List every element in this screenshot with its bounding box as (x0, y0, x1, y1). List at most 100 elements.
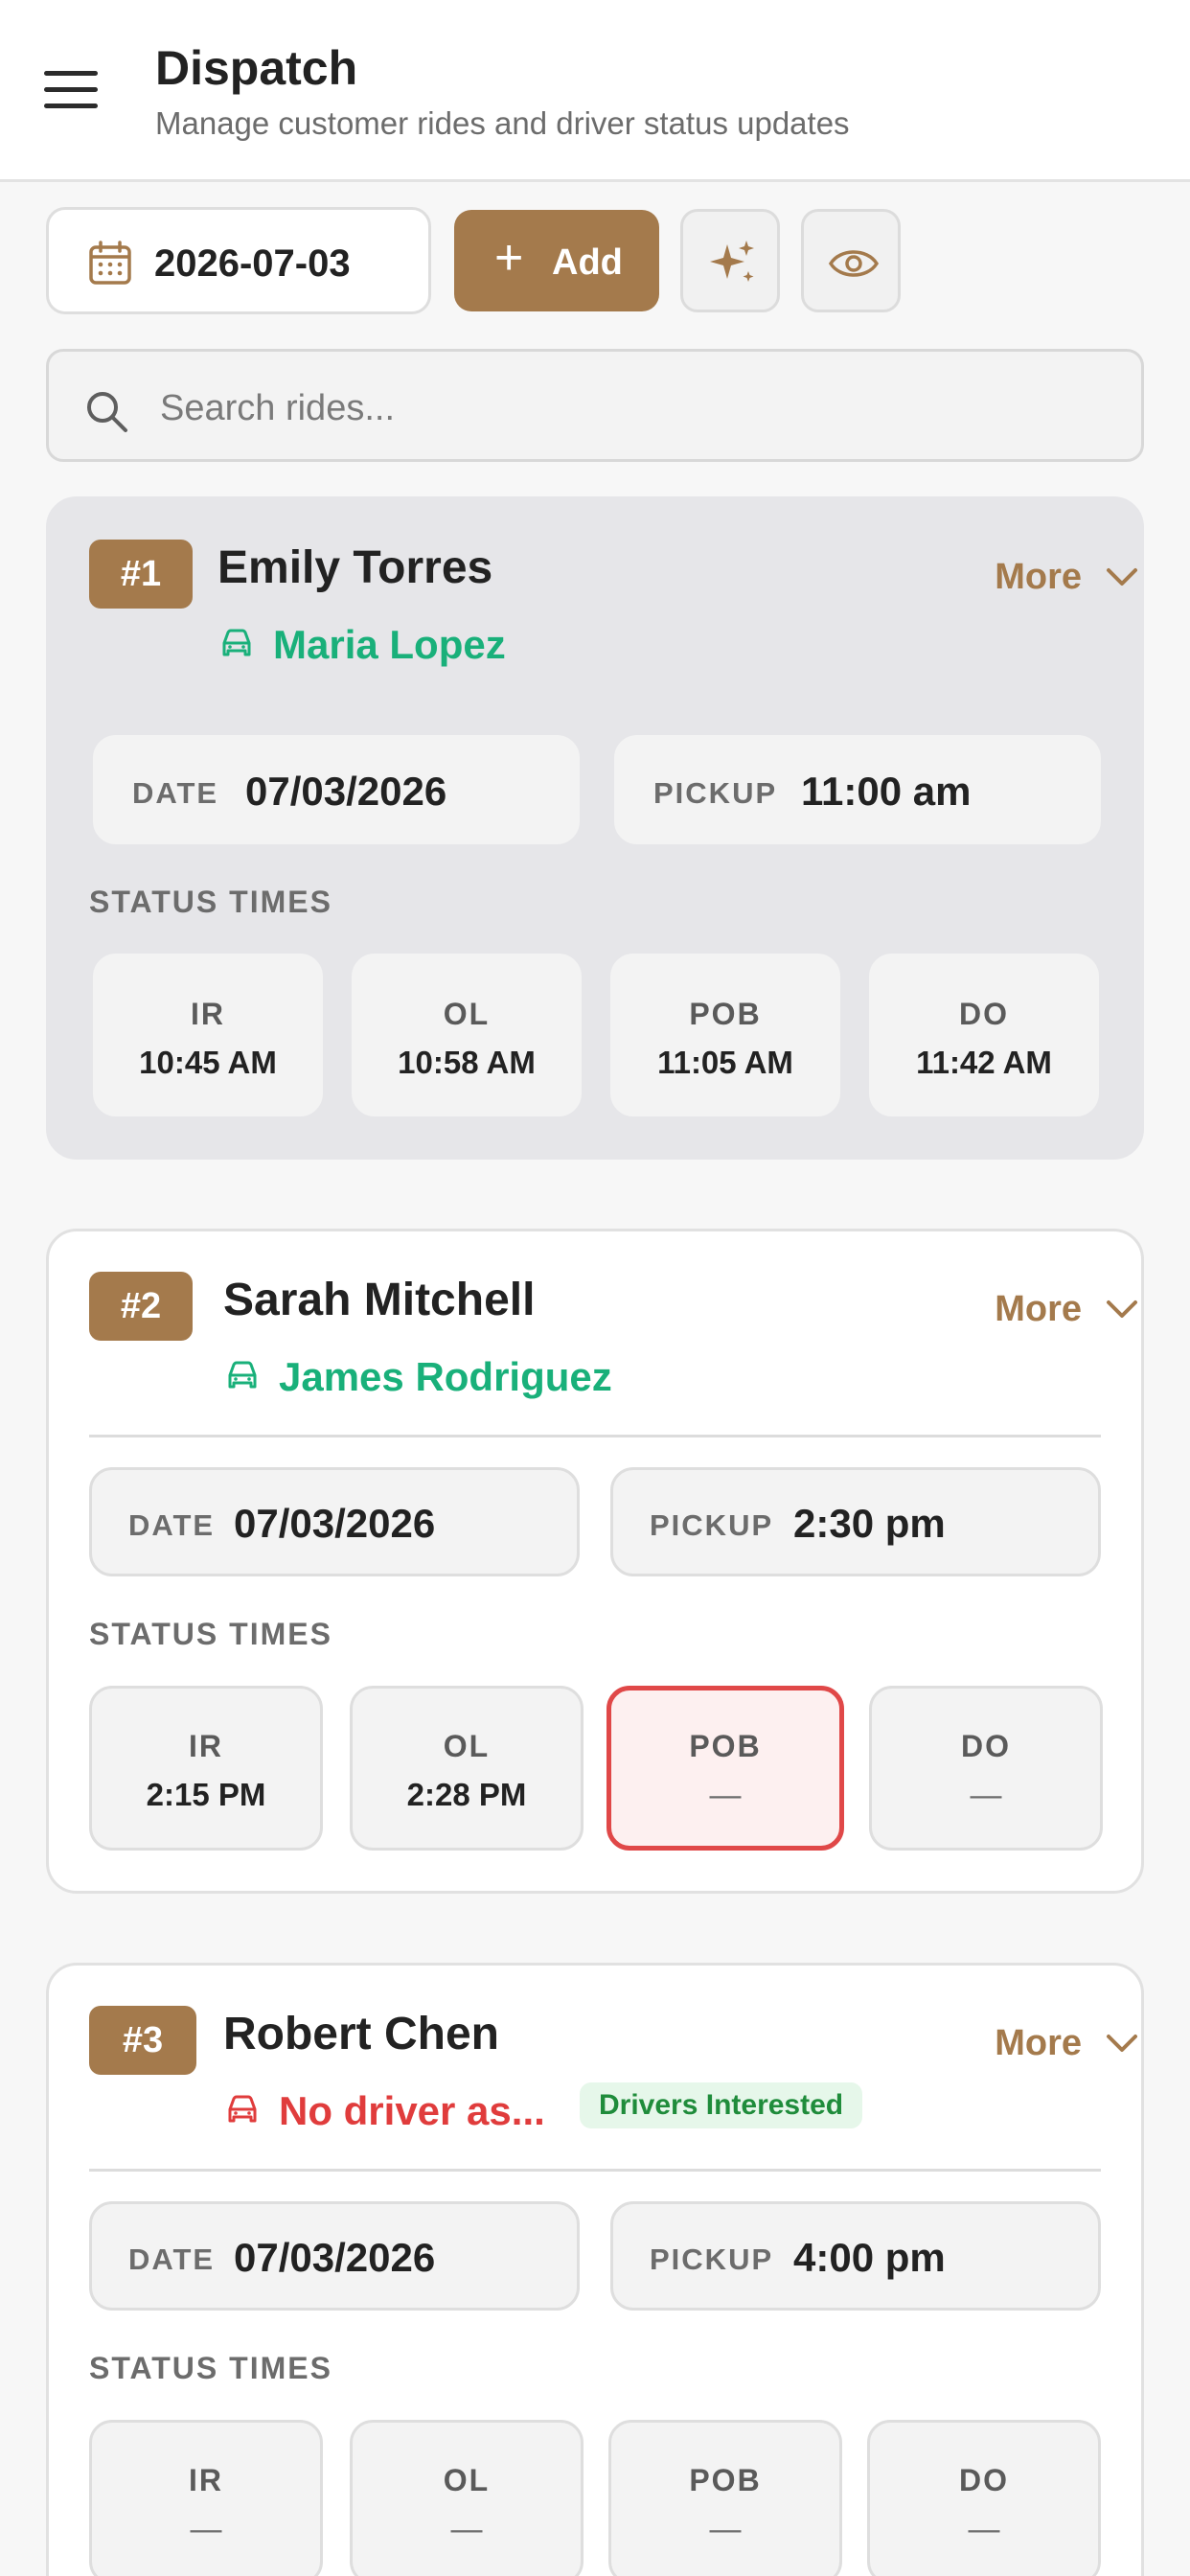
status-key: OL (443, 1729, 491, 1763)
plus-icon: + (494, 230, 524, 286)
chevron-down-icon (1107, 568, 1137, 586)
status-do[interactable]: DO — (867, 2420, 1101, 2576)
more-button[interactable]: More (995, 1289, 1137, 1330)
more-label: More (995, 557, 1082, 597)
ride-number-badge: #3 (89, 2006, 196, 2075)
sparkles-icon (710, 241, 754, 282)
pickup-label: PICKUP (650, 2242, 774, 2276)
calendar-icon (89, 241, 131, 285)
status-value: 10:45 AM (139, 1045, 277, 1080)
date-value: 07/03/2026 (245, 769, 447, 814)
status-pob[interactable]: POB 11:05 AM (610, 954, 840, 1116)
selected-date: 2026-07-03 (154, 242, 351, 285)
add-ride-button[interactable]: + Add (454, 210, 659, 311)
status-value: — (190, 2511, 222, 2546)
more-label: More (995, 2023, 1082, 2063)
divider (89, 1435, 1101, 1438)
toolbar: 2026-07-03 + Add (46, 207, 1148, 314)
app-header: Dispatch Manage customer rides and drive… (0, 0, 1190, 182)
car-icon (228, 1361, 257, 1389)
search-icon (87, 392, 127, 432)
ride-card[interactable]: #1 Emily Torres Maria Lopez More DATE 07… (46, 496, 1144, 1160)
status-times-label: STATUS TIMES (89, 885, 332, 919)
hamburger-menu-icon[interactable] (44, 71, 98, 111)
status-value: 2:15 PM (146, 1777, 266, 1812)
date-field: DATE 07/03/2026 (93, 735, 580, 844)
pickup-field: PICKUP 4:00 pm (610, 2201, 1101, 2311)
status-key: IR (189, 2463, 223, 2497)
status-ol[interactable]: OL 10:58 AM (352, 954, 582, 1116)
view-toggle-button[interactable] (801, 209, 901, 312)
date-picker-button[interactable]: 2026-07-03 (46, 207, 431, 314)
status-pob[interactable]: POB — (608, 2420, 842, 2576)
ride-card[interactable]: #2 Sarah Mitchell James Rodriguez More D… (46, 1229, 1144, 1894)
status-value: — (709, 2511, 742, 2546)
status-key: IR (189, 1729, 223, 1763)
page-subtitle: Manage customer rides and driver status … (155, 105, 850, 141)
eye-icon (828, 250, 880, 277)
status-key: OL (443, 2463, 491, 2497)
add-label: Add (552, 242, 623, 283)
drivers-interested-badge[interactable]: Drivers Interested (580, 2082, 863, 2128)
status-key: DO (959, 2463, 1009, 2497)
status-do[interactable]: DO — (869, 1686, 1103, 1851)
status-do[interactable]: DO 11:42 AM (869, 954, 1099, 1116)
status-value: 2:28 PM (406, 1777, 527, 1812)
status-times-label: STATUS TIMES (89, 2351, 332, 2385)
pickup-value: 11:00 am (801, 769, 972, 814)
status-pob-pending[interactable]: POB — (606, 1686, 844, 1851)
date-value: 07/03/2026 (234, 2235, 436, 2280)
status-ol[interactable]: OL — (350, 2420, 584, 2576)
chevron-down-icon (1107, 2035, 1137, 2052)
status-key: DO (959, 997, 1009, 1031)
status-value: — (970, 1777, 1002, 1812)
ai-assist-button[interactable] (680, 209, 780, 312)
rider-name: Sarah Mitchell (223, 1275, 536, 1325)
status-times-label: STATUS TIMES (89, 1617, 332, 1651)
rider-name: Emily Torres (217, 542, 493, 593)
status-value: 11:42 AM (916, 1045, 1052, 1080)
chevron-down-icon (1107, 1300, 1137, 1318)
status-ol[interactable]: OL 2:28 PM (350, 1686, 584, 1851)
date-field: DATE 07/03/2026 (89, 1467, 580, 1576)
status-value: — (450, 2511, 483, 2546)
ride-card[interactable]: #3 Robert Chen No driver as... Drivers I… (46, 1963, 1144, 2576)
driver-unassigned[interactable]: No driver as... (279, 2088, 545, 2134)
car-icon (222, 629, 251, 656)
pickup-label: PICKUP (650, 1508, 774, 1542)
status-value: 10:58 AM (398, 1045, 536, 1080)
status-value: 11:05 AM (657, 1045, 793, 1080)
status-value: — (968, 2511, 1000, 2546)
date-value: 07/03/2026 (234, 1501, 436, 1546)
pickup-field: PICKUP 2:30 pm (610, 1467, 1101, 1576)
status-ir[interactable]: IR 10:45 AM (93, 954, 323, 1116)
status-key: POB (689, 997, 762, 1031)
date-label: DATE (132, 776, 219, 810)
page-title: Dispatch (155, 41, 358, 95)
divider (89, 2169, 1101, 2172)
pickup-field: PICKUP 11:00 am (614, 735, 1101, 844)
more-label: More (995, 1289, 1082, 1329)
ride-number-badge: #1 (89, 540, 193, 609)
search-placeholder: Search rides... (160, 388, 395, 428)
status-ir[interactable]: IR 2:15 PM (89, 1686, 323, 1851)
date-field: DATE 07/03/2026 (89, 2201, 580, 2311)
date-label: DATE (128, 1508, 216, 1542)
more-button[interactable]: More (995, 2023, 1137, 2064)
pickup-value: 4:00 pm (793, 2235, 946, 2280)
car-icon (228, 2095, 257, 2123)
more-button[interactable]: More (995, 557, 1137, 598)
pickup-value: 2:30 pm (793, 1501, 946, 1546)
status-key: POB (689, 2463, 762, 2497)
status-value: — (709, 1777, 742, 1812)
status-ir[interactable]: IR — (89, 2420, 323, 2576)
status-key: DO (961, 1729, 1011, 1763)
driver-name[interactable]: Maria Lopez (273, 622, 506, 668)
search-input[interactable]: Search rides... (46, 349, 1144, 462)
ride-number-badge: #2 (89, 1272, 193, 1341)
driver-name[interactable]: James Rodriguez (279, 1354, 612, 1400)
status-key: IR (191, 997, 225, 1031)
status-key: POB (689, 1729, 762, 1763)
rider-name: Robert Chen (223, 2009, 499, 2059)
date-label: DATE (128, 2242, 216, 2276)
